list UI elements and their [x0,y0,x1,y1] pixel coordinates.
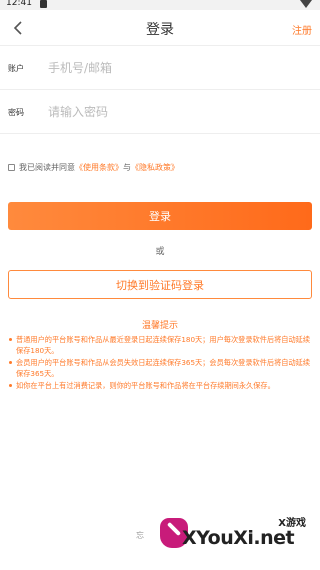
forgot-password-link[interactable]: 忘 [136,530,144,541]
password-input[interactable] [48,102,298,122]
account-input[interactable] [48,58,298,78]
tips-title: 温馨提示 [141,321,178,331]
password-label: 密码 [8,108,24,117]
status-time: 12:41 [6,0,32,8]
tip-item: 如你在平台上有过消费记录，则你的平台账号和作品将在平台存续期间永久保存。 [8,380,312,391]
app-header: 登录 注册 [0,10,320,46]
login-button[interactable]: 登录 [8,202,312,230]
or-divider-text: 或 [155,247,165,257]
sim-card-icon [40,0,47,8]
account-label: 账户 [8,64,24,73]
signal-icon [300,0,312,8]
terms-link[interactable]: 《使用条款》 [75,162,123,173]
privacy-link[interactable]: 《隐私政策》 [131,162,179,173]
agreement-row: 我已阅读并同意 《使用条款》 与 《隐私政策》 [8,162,179,173]
watermark-brand: XYouXi.net [182,527,295,549]
agreement-checkbox[interactable] [8,164,15,171]
password-row: 密码 [0,90,320,134]
watermark-sub: X游戏 [278,518,306,529]
tips-list: 普通用户的平台账号和作品从最近登录日起连续保存180天；用户每次登录软件后将自动… [8,334,312,392]
watermark-logo: XYouXi.net X游戏 [150,512,320,558]
tip-item: 会员用户的平台账号和作品从会员失效日起连续保存365天；会员每次登录软件后将自动… [8,357,312,379]
account-row: 账户 [0,46,320,90]
tip-item: 普通用户的平台账号和作品从最近登录日起连续保存180天；用户每次登录软件后将自动… [8,334,312,356]
switch-to-sms-login-button[interactable]: 切换到验证码登录 [8,270,312,299]
page-title: 登录 [146,22,174,38]
status-bar: 12:41 [0,0,320,10]
register-link[interactable]: 注册 [292,22,312,37]
agreement-prefix: 我已阅读并同意 [19,163,75,172]
agreement-and: 与 [123,163,131,172]
